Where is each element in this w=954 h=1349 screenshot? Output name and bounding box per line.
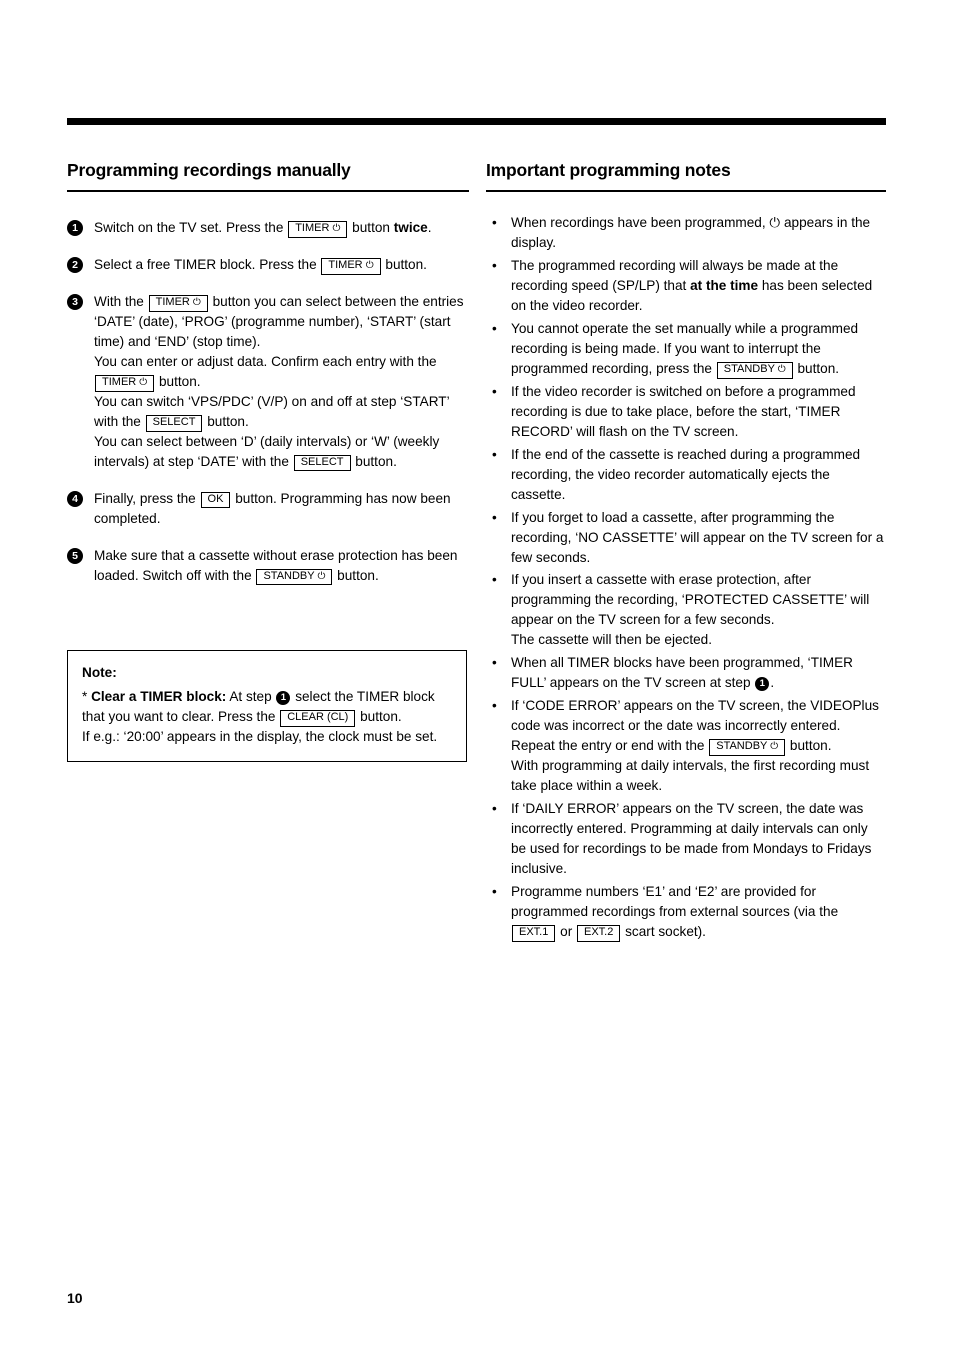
note-item: • You cannot operate the set manually whi… bbox=[486, 319, 886, 379]
step-text: With the TIMER ⏻ button you can select b… bbox=[94, 294, 464, 472]
power-icon: ⏻ bbox=[777, 363, 786, 375]
step-item: 2 Select a free TIMER block. Press the TI… bbox=[67, 255, 469, 275]
step-item: 4 Finally, press the OK button. Programmi… bbox=[67, 489, 469, 529]
step-number-badge: 3 bbox=[67, 293, 83, 310]
bullet-icon: • bbox=[492, 655, 497, 671]
bullet-icon: • bbox=[492, 383, 497, 399]
right-column: Important programming notes • When record… bbox=[486, 160, 886, 945]
note-item: • If ‘DAILY ERROR’ appears on the TV scre… bbox=[486, 799, 886, 879]
bullet-icon: • bbox=[492, 509, 497, 525]
step-text: Make sure that a cassette without erase … bbox=[94, 548, 457, 586]
note-box: Note: * Clear a TIMER block: At step 1 s… bbox=[67, 650, 467, 762]
note-text: If the end of the cassette is reached du… bbox=[511, 446, 861, 502]
button-key-label: TIMER ⏻ bbox=[95, 374, 155, 392]
button-key-label: STANDBY ⏻ bbox=[716, 361, 793, 379]
note-item: • If you forget to load a cassette, after… bbox=[486, 508, 886, 568]
power-icon: ⏻ bbox=[770, 741, 779, 753]
step-number-badge: 1 bbox=[276, 690, 291, 705]
note-text: If you insert a cassette with erase prot… bbox=[511, 572, 870, 648]
button-key-label: SELECT bbox=[293, 454, 351, 472]
note-item: • When recordings have been programmed, ⏻… bbox=[486, 213, 886, 253]
step-item: 3 With the TIMER ⏻ button you can select … bbox=[67, 292, 469, 472]
numbered-steps-list: 1 Switch on the TV set. Press the TIMER ⏻… bbox=[67, 218, 469, 586]
note-item: • If the video recorder is switched on be… bbox=[486, 382, 886, 442]
note-item: • If you insert a cassette with erase pro… bbox=[486, 570, 886, 650]
step-text: Select a free TIMER block. Press the TIM… bbox=[94, 257, 427, 275]
button-key-label: EXT.2 bbox=[577, 924, 621, 942]
right-column-heading: Important programming notes bbox=[486, 160, 886, 192]
power-icon: ⏻ bbox=[192, 296, 201, 308]
bullet-icon: • bbox=[492, 215, 497, 230]
note-item: • Programme numbers ‘E1’ and ‘E2’ are pro… bbox=[486, 882, 886, 942]
note-title: Note: bbox=[82, 665, 117, 680]
note-text: If the video recorder is switched on bef… bbox=[511, 383, 856, 439]
note-item: • When all TIMER blocks have been program… bbox=[486, 653, 886, 693]
step-number-badge: 4 bbox=[67, 490, 83, 507]
power-icon: ⏻ bbox=[317, 570, 326, 582]
page-number: 10 bbox=[67, 1290, 83, 1306]
note-text: If ‘DAILY ERROR’ appears on the TV scree… bbox=[511, 801, 872, 877]
step-number-badge: 1 bbox=[67, 220, 83, 236]
note-text: You cannot operate the set manually whil… bbox=[511, 321, 858, 379]
note-item: • The programmed recording will always be… bbox=[486, 256, 886, 316]
bullet-icon: • bbox=[492, 698, 497, 714]
top-rule bbox=[67, 118, 886, 125]
step-item: 1 Switch on the TV set. Press the TIMER ⏻… bbox=[67, 218, 469, 238]
step-text: Finally, press the OK button. Programmin… bbox=[94, 490, 451, 526]
power-icon: ⏻ bbox=[365, 259, 374, 271]
bullet-icon: • bbox=[492, 446, 497, 462]
button-key-label: STANDBY ⏻ bbox=[709, 739, 786, 756]
note-text: If ‘CODE ERROR’ appears on the TV screen… bbox=[511, 698, 879, 794]
emphasis-text: at the time bbox=[690, 277, 759, 293]
button-key-label: TIMER ⏻ bbox=[321, 257, 381, 275]
bullet-icon: • bbox=[492, 884, 497, 899]
power-icon: ⏻ bbox=[139, 376, 148, 388]
step-item: 5 Make sure that a cassette without erase… bbox=[67, 546, 469, 586]
button-key-label: OK bbox=[200, 491, 231, 509]
note-text: The programmed recording will always be … bbox=[511, 257, 873, 313]
note-text: When all TIMER blocks have been programm… bbox=[511, 655, 853, 692]
bullet-icon: • bbox=[492, 572, 497, 588]
bullet-icon: • bbox=[492, 257, 497, 273]
button-key-label: EXT.1 bbox=[512, 924, 556, 942]
note-text: If you forget to load a cassette, after … bbox=[511, 509, 884, 565]
step-text: Switch on the TV set. Press the TIMER ⏻ … bbox=[94, 220, 432, 238]
button-key-label: STANDBY ⏻ bbox=[256, 568, 333, 586]
button-key-label: SELECT bbox=[145, 414, 203, 432]
emphasis-text: Clear a TIMER block: bbox=[91, 688, 227, 704]
bullet-icon: • bbox=[492, 801, 497, 817]
left-column: Programming recordings manually 1 Switch … bbox=[67, 160, 469, 603]
left-column-heading: Programming recordings manually bbox=[67, 160, 469, 192]
button-key-label: TIMER ⏻ bbox=[148, 294, 208, 312]
note-text: When recordings have been programmed, ⏻ … bbox=[511, 215, 871, 250]
button-key-label: CLEAR (CL) bbox=[280, 709, 356, 727]
step-number-badge: 5 bbox=[67, 547, 83, 564]
power-icon: ⏻ bbox=[332, 223, 341, 234]
button-key-label: TIMER ⏻ bbox=[288, 221, 348, 238]
note-text: Programme numbers ‘E1’ and ‘E2’ are prov… bbox=[511, 884, 838, 942]
note-item: • If the end of the cassette is reached d… bbox=[486, 445, 886, 505]
step-number-badge: 1 bbox=[755, 677, 770, 692]
programming-notes-list: • When recordings have been programmed, ⏻… bbox=[486, 213, 886, 942]
step-number-badge: 2 bbox=[67, 256, 83, 273]
note-body: * Clear a TIMER block: At step 1 select … bbox=[82, 688, 438, 744]
emphasis-text: twice bbox=[393, 220, 428, 235]
manual-page: Programming recordings manually 1 Switch … bbox=[0, 0, 954, 1349]
note-item: • If ‘CODE ERROR’ appears on the TV scree… bbox=[486, 696, 886, 796]
bullet-icon: • bbox=[492, 320, 497, 336]
